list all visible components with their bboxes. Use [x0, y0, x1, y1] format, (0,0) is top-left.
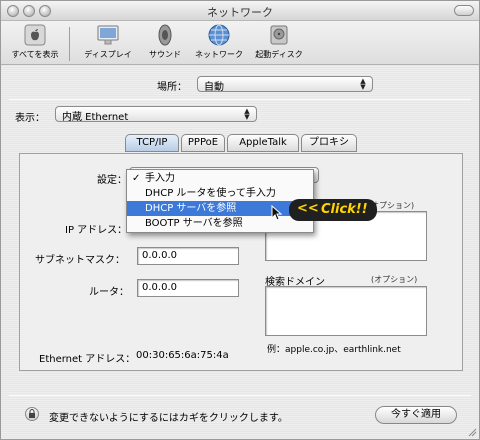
show-value: 内蔵 Ethernet — [62, 112, 129, 123]
location-popup[interactable]: 自動 ▲ ▼ — [197, 76, 373, 93]
tab-pppoe[interactable]: PPPoE — [181, 134, 225, 152]
speaker-icon — [158, 24, 172, 46]
config-menu: ✓ 手入力 DHCP ルータを使って手入力 DHCP サーバを参照 BOOTP … — [126, 169, 314, 233]
lock-icon — [29, 409, 35, 418]
sound-button[interactable]: サウンド — [143, 23, 187, 60]
callout-text: Click!! — [321, 202, 368, 217]
display-button[interactable]: ディスプレイ — [83, 23, 133, 60]
show-all-button[interactable]: すべてを表示 — [7, 23, 63, 60]
menu-item-manual[interactable]: ✓ 手入力 — [127, 171, 313, 186]
ip-address-label: IP アドレス： — [65, 225, 128, 236]
lock-button[interactable] — [25, 407, 39, 421]
router-field[interactable]: 0.0.0.0 — [137, 279, 239, 297]
startup-disk-label: 起動ディスク — [255, 50, 303, 59]
toolbar: すべてを表示 ディスプレイ サウンド ネットワーク 起動ディスク — [1, 21, 479, 65]
location-label: 場所： — [157, 82, 187, 93]
show-label: 表示： — [15, 113, 45, 124]
click-callout: << Click!! — [289, 199, 377, 221]
window-title: ネットワーク — [207, 6, 273, 19]
ethernet-address-label: Ethernet アドレス： — [39, 354, 136, 365]
search-domain-field[interactable] — [265, 286, 427, 336]
sound-label: サウンド — [149, 50, 181, 59]
search-domain-example: 例：apple.co.jp、earthlink.net — [267, 345, 401, 355]
dns-optional-label: オプション) — [371, 201, 415, 210]
config-label: 設定： — [97, 175, 127, 186]
tab-tcpip[interactable]: TCP/IP — [125, 134, 179, 152]
double-chevron-left-icon: << — [297, 201, 319, 216]
network-preferences-window: ネットワーク すべてを表示 ディスプレイ サウンド ネットワーク 起動ディスク … — [0, 0, 480, 440]
toolbar-toggle-button[interactable] — [454, 5, 474, 16]
router-label: ルータ： — [89, 287, 129, 298]
menu-item-label: DHCP サーバを参照 — [145, 203, 237, 214]
tab-appletalk[interactable]: AppleTalk — [227, 134, 299, 152]
search-domain-optional-label: (オプション) — [371, 275, 418, 284]
network-globe-icon — [208, 24, 230, 46]
menu-item-bootp-server[interactable]: BOOTP サーバを参照 — [127, 216, 313, 231]
ethernet-address-value: 00:30:65:6a:75:4a — [136, 350, 229, 361]
divider-top — [9, 99, 471, 100]
checkmark-icon: ✓ — [132, 173, 141, 184]
subnet-mask-field[interactable]: 0.0.0.0 — [137, 247, 239, 265]
tab-proxy[interactable]: プロキシ — [301, 134, 357, 152]
toolbar-separator — [69, 27, 70, 61]
display-label: ディスプレイ — [84, 50, 132, 59]
resize-grip-icon[interactable] — [467, 427, 477, 437]
apple-icon — [24, 24, 46, 46]
menu-item-label: BOOTP サーバを参照 — [145, 218, 243, 229]
menu-item-dhcp-server[interactable]: DHCP サーバを参照 — [127, 201, 313, 216]
popup-arrows-icon: ▲▼ — [360, 77, 366, 91]
apply-now-button[interactable]: 今すぐ適用 — [375, 406, 457, 424]
network-label: ネットワーク — [195, 50, 243, 59]
lock-message: 変更できないようにするにはカギをクリックします。 — [49, 413, 288, 424]
location-value: 自動 — [204, 82, 224, 93]
menu-item-dhcp-manual[interactable]: DHCP ルータを使って手入力 — [127, 186, 313, 201]
startup-disk-button[interactable]: 起動ディスク — [251, 23, 307, 60]
network-button[interactable]: ネットワーク — [191, 23, 247, 60]
show-all-label: すべてを表示 — [11, 50, 59, 59]
display-icon — [97, 25, 119, 45]
show-popup[interactable]: 内蔵 Ethernet ▲ ▼ — [55, 106, 257, 123]
menu-item-label: 手入力 — [145, 173, 175, 184]
menu-item-label: DHCP ルータを使って手入力 — [145, 188, 276, 199]
subnet-mask-label: サブネットマスク： — [35, 255, 125, 266]
startup-disk-icon — [270, 25, 288, 45]
divider-bottom — [9, 395, 471, 396]
title-bar: ネットワーク — [1, 1, 479, 21]
popup-arrows-icon: ▲▼ — [244, 107, 250, 121]
mouse-pointer-icon — [271, 205, 283, 221]
